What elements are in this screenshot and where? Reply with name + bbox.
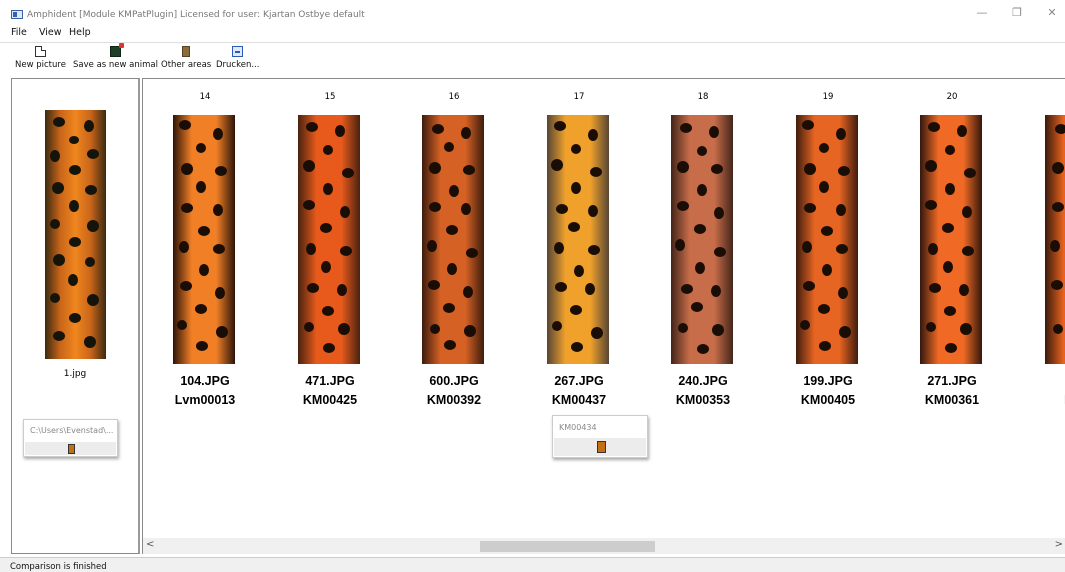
- minimize-button[interactable]: —: [968, 4, 996, 22]
- thumbnail-icon: [597, 441, 606, 453]
- match-image[interactable]: [671, 115, 733, 364]
- match-animal-id: KM00361: [924, 393, 980, 407]
- menu-bar: File View Help: [0, 26, 1065, 40]
- match-rank: 20: [946, 92, 958, 102]
- query-path: C:\Users\Evenstad\...: [30, 426, 114, 435]
- scroll-left-arrow[interactable]: <: [146, 539, 154, 550]
- match-filename: 600.JPG: [429, 374, 479, 388]
- menu-help[interactable]: Help: [69, 27, 91, 38]
- save-new-animal-button[interactable]: Save as new animal: [73, 43, 158, 70]
- horizontal-scrollbar[interactable]: < >: [143, 538, 1065, 554]
- menu-file[interactable]: File: [11, 27, 27, 38]
- match-filename: 240.JPG: [678, 374, 728, 388]
- card-thumb-strip: [554, 438, 646, 456]
- scroll-thumb[interactable]: [480, 541, 655, 552]
- match-image[interactable]: [298, 115, 360, 364]
- match-rank: 14: [199, 92, 211, 102]
- save-new-animal-label: Save as new animal: [73, 60, 158, 70]
- match-filename: 471.JPG: [305, 374, 355, 388]
- match-animal-id: KM00392: [426, 393, 482, 407]
- status-text: Comparison is finished: [10, 562, 107, 572]
- match-image[interactable]: [173, 115, 235, 364]
- match-animal-id: Lvm: [1015, 393, 1065, 407]
- new-picture-button[interactable]: New picture: [15, 46, 66, 70]
- match-filename: 104.JPG: [180, 374, 230, 388]
- query-panel: 1.jpg C:\Users\Evenstad\...: [11, 78, 140, 554]
- match-image[interactable]: [796, 115, 858, 364]
- match-animal-id: KM00437: [551, 393, 607, 407]
- match-image[interactable]: [547, 115, 609, 364]
- new-picture-label: New picture: [15, 60, 66, 70]
- app-icon: [11, 10, 23, 19]
- scroll-right-arrow[interactable]: >: [1055, 539, 1063, 550]
- thumbnail-icon: [68, 444, 75, 454]
- alt-match-card[interactable]: KM00434: [552, 415, 648, 458]
- menu-view[interactable]: View: [39, 27, 62, 38]
- match-rank: 18: [697, 92, 709, 102]
- printer-icon: [232, 46, 244, 57]
- close-button[interactable]: ✕: [1038, 4, 1065, 22]
- match-animal-id: KM00405: [800, 393, 856, 407]
- fur-strip-icon: [182, 46, 191, 57]
- other-areas-button[interactable]: Other areas: [161, 46, 211, 70]
- toolbar: New picture Save as new animal Other are…: [0, 42, 1065, 77]
- new-page-icon: [34, 46, 46, 57]
- query-filename: 1.jpg: [63, 369, 87, 379]
- print-label: Drucken...: [216, 60, 260, 70]
- match-gallery: 14 104.JPG Lvm00013 15 471.JPG KM00425 16 600.J…: [142, 78, 1065, 554]
- query-image[interactable]: [45, 110, 106, 359]
- match-rank: 17: [573, 92, 585, 102]
- match-rank: 15: [324, 92, 336, 102]
- title-bar: Amphident [Module KMPatPlugin] Licensed …: [0, 0, 1065, 26]
- match-image[interactable]: [422, 115, 484, 364]
- maximize-button[interactable]: ❐: [1003, 4, 1031, 22]
- match-filename: 271.JPG: [927, 374, 977, 388]
- match-filename: 267.JPG: [554, 374, 604, 388]
- match-animal-id: Lvm00013: [174, 393, 236, 407]
- match-rank: 19: [822, 92, 834, 102]
- card-thumb-strip: [25, 442, 116, 455]
- match-filename: 199.JPG: [803, 374, 853, 388]
- match-image[interactable]: [920, 115, 982, 364]
- match-animal-id: KM00425: [302, 393, 358, 407]
- window-title: Amphident [Module KMPatPlugin] Licensed …: [27, 10, 365, 20]
- match-image[interactable]: [1045, 115, 1065, 364]
- query-path-card[interactable]: C:\Users\Evenstad\...: [23, 419, 118, 457]
- status-bar: Comparison is finished: [0, 557, 1065, 572]
- other-areas-label: Other areas: [161, 60, 212, 70]
- match-rank: 16: [448, 92, 460, 102]
- save-animal-icon: [109, 43, 124, 57]
- match-animal-id: KM00353: [675, 393, 731, 407]
- match-filename: 447: [1015, 374, 1065, 388]
- print-button[interactable]: Drucken...: [216, 46, 259, 70]
- alt-match-label: KM00434: [559, 423, 597, 432]
